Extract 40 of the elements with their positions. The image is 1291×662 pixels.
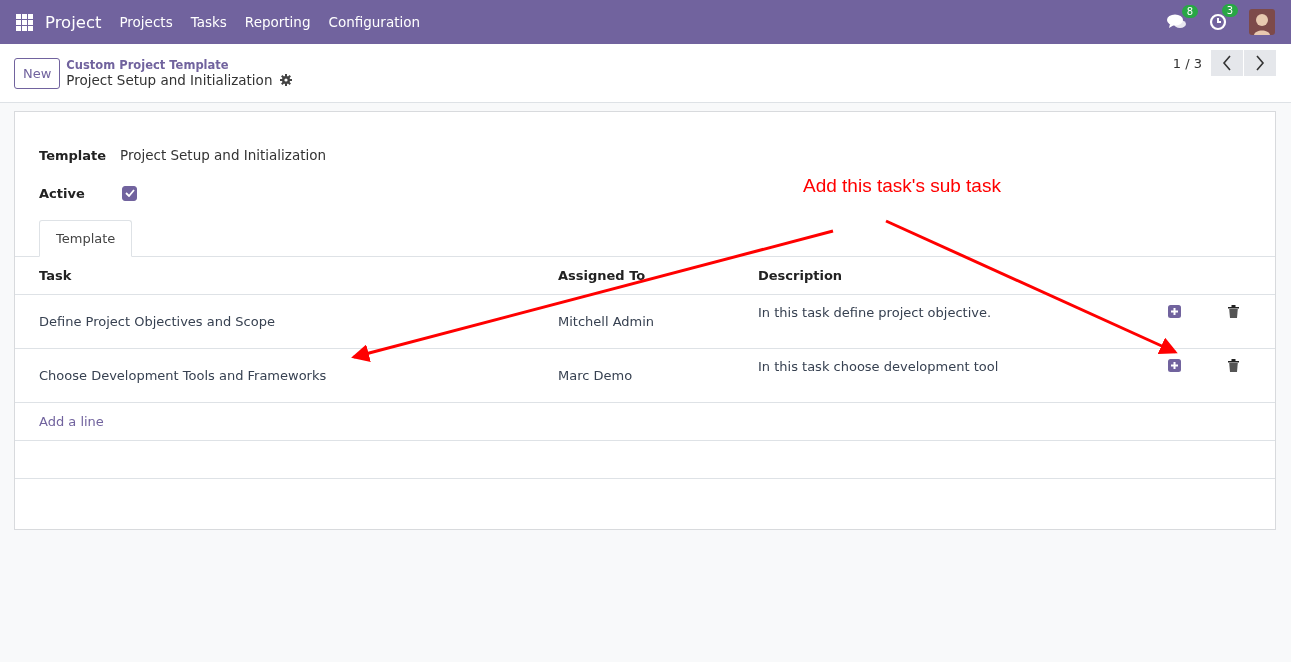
column-header[interactable]: Description [758,268,1168,283]
new-button[interactable]: New [14,57,61,89]
count-badge: 3 [1221,4,1238,17]
pager-value: 1 / 3 [1172,55,1202,71]
apps-menu-icon[interactable] [16,13,33,31]
table-cell-text: In this task choose development tool [758,358,1000,374]
settings-icon[interactable] [280,74,293,86]
field-value: Project Setup and Initialization [120,147,327,163]
menu-item[interactable]: Reporting [244,14,311,30]
add-subtask-icon[interactable] [1168,305,1181,318]
column-header[interactable]: Assigned To [558,268,758,283]
menu-item[interactable]: Configuration [328,14,421,30]
delete-icon[interactable] [1228,305,1239,318]
chevron-right-icon [1255,55,1265,71]
chevron-left-icon [1222,55,1232,71]
user-avatar[interactable] [1249,9,1275,35]
table-cell-text: Define Project Objectives and Scope [39,314,276,329]
active-checkbox[interactable] [122,185,137,201]
previous-button[interactable] [1211,50,1243,76]
table-cell-text: Choose Development Tools and Frameworks [39,368,328,383]
next-button[interactable] [1244,50,1276,76]
column-header[interactable]: Task [39,268,558,283]
tab[interactable]: Template [39,220,133,257]
menu-item[interactable]: Tasks [190,14,227,30]
table-cell-text: In this task define project objective. [758,304,993,320]
add-line-link[interactable]: Add a line [39,414,104,429]
annotation-text: Add this task's sub task [803,175,1001,197]
table-cell-text: Marc Demo [558,368,634,383]
field-label: Template [39,147,108,163]
messages-button[interactable] [1167,14,1187,30]
menu-item[interactable]: Projects [119,14,173,30]
add-subtask-icon[interactable] [1168,359,1181,372]
table-cell-text: Mitchell Admin [558,314,656,329]
app-name[interactable]: Project [45,12,102,32]
count-badge: 8 [1181,5,1198,18]
field-label: Active [39,185,86,201]
breadcrumb-link[interactable]: Custom Project Template [66,58,293,72]
activities-button[interactable] [1209,13,1227,31]
delete-icon[interactable] [1228,359,1239,372]
record-title: Project Setup and Initialization [66,72,273,88]
